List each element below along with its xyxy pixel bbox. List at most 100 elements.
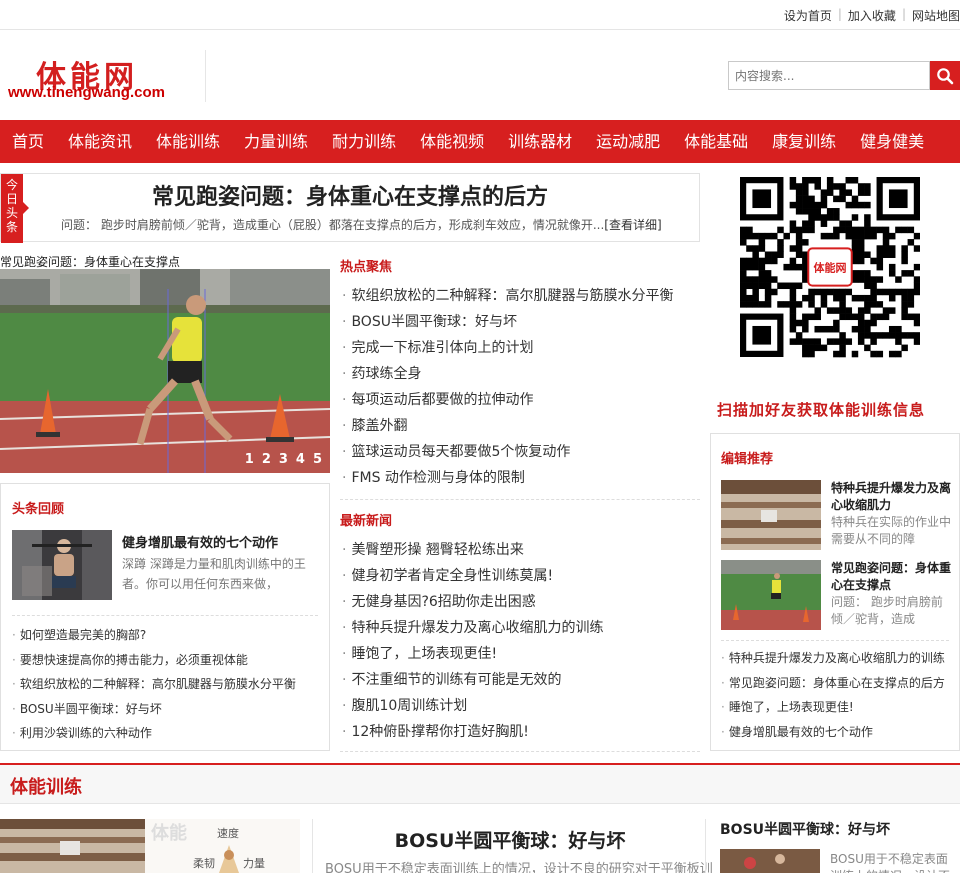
nav-item[interactable]: 体能视频 bbox=[408, 120, 496, 163]
section-right-image[interactable] bbox=[720, 849, 820, 873]
latest-divider bbox=[340, 751, 700, 752]
slide-page-number[interactable]: 1 bbox=[245, 452, 254, 467]
site-header: 体能网 www.tinengwang.com bbox=[0, 30, 960, 120]
separator: | bbox=[901, 7, 906, 21]
review-title: 头条回顾 bbox=[12, 502, 65, 517]
section-diagram-word: 柔韧 bbox=[193, 857, 215, 870]
latest-list-item[interactable]: 12种俯卧撑帮你打造好胸肌! bbox=[340, 719, 700, 745]
hot-list-item[interactable]: 完成一下标准引体向上的计划 bbox=[340, 335, 700, 361]
search-icon bbox=[937, 67, 954, 84]
latest-list-item[interactable]: 健身初学者肯定全身性训练莫属! bbox=[340, 563, 700, 589]
headline-desc: 问题： 跑步时肩膀前倾／驼背，造成重心（屁股）都落在支撑点的后方，形成刹车效应，… bbox=[61, 216, 662, 233]
nav-item[interactable]: 耐力训练 bbox=[320, 120, 408, 163]
slide-pager: 12345 bbox=[245, 452, 322, 467]
latest-section: 最新新闻 美臀塑形操 翘臀轻松练出来健身初学者肯定全身性训练莫属!无健身基因?6… bbox=[340, 510, 700, 752]
nav-item[interactable]: 首页 bbox=[0, 120, 56, 163]
hot-section: 热点聚焦 软组织放松的二种解释：高尔肌腱器与筋膜水分平衡BOSU半圆平衡球：好与… bbox=[340, 256, 700, 500]
editor-card-desc: 问题： 跑步时肩膀前倾／驼背，造成 bbox=[831, 595, 943, 626]
slide-image bbox=[0, 269, 330, 473]
headline-desc-text: 问题： 跑步时肩膀前倾／驼背，造成重心（屁股）都落在支撑点的后方，形成刹车效应，… bbox=[61, 218, 605, 232]
latest-list-item[interactable]: 睡饱了，上场表现更佳! bbox=[340, 641, 700, 667]
section-header: 体能训练 bbox=[0, 763, 960, 804]
review-thumbnail[interactable] bbox=[12, 530, 112, 600]
latest-list-item[interactable]: 腹肌10周训练计划 bbox=[340, 693, 700, 719]
review-list-item[interactable]: BOSU半圆平衡球：好与坏 bbox=[12, 697, 296, 722]
headline-title[interactable]: 常见跑姿问题：身体重心在支撑点的后方 bbox=[1, 179, 699, 211]
review-list: 如何塑造最完美的胸部?要想快速提高你的搏击能力，必须重视体能软组织放松的二种解释… bbox=[12, 623, 296, 746]
editor-divider bbox=[721, 640, 949, 641]
editor-list: 特种兵提升爆发力及离心收缩肌力的训练常见跑姿问题：身体重心在支撑点的后方睡饱了，… bbox=[721, 646, 945, 744]
hot-list-item[interactable]: 篮球运动员每天都要做5个恢复动作 bbox=[340, 439, 700, 465]
search-button[interactable] bbox=[930, 61, 960, 90]
set-homepage-link[interactable]: 设为首页 bbox=[784, 7, 832, 24]
review-list-item[interactable]: 如何塑造最完美的胸部? bbox=[12, 623, 296, 648]
section-image[interactable] bbox=[0, 819, 145, 873]
main-nav: 首页 体能资讯 体能训练 力量训练 耐力训练 体能视频 训练器材 运动减肥 体能基础 康复训练 健身… bbox=[0, 120, 960, 163]
slide-page-number[interactable]: 4 bbox=[296, 452, 305, 467]
editor-card[interactable]: 常见跑姿问题：身体重心在支撑点 问题： 跑步时肩膀前倾／驼背，造成 bbox=[721, 560, 957, 630]
nav-item[interactable]: 体能资讯 bbox=[56, 120, 144, 163]
nav-item[interactable]: 力量训练 bbox=[232, 120, 320, 163]
editor-card-desc: 特种兵在实际的作业中需要从不同的障 bbox=[831, 515, 952, 546]
latest-list-item[interactable]: 特种兵提升爆发力及离心收缩肌力的训练 bbox=[340, 615, 700, 641]
separator: | bbox=[837, 7, 842, 21]
logo-url: www.tinengwang.com bbox=[8, 84, 165, 101]
add-favorite-link[interactable]: 加入收藏 bbox=[848, 7, 896, 24]
editor-title: 编辑推荐 bbox=[721, 452, 774, 467]
review-list-item[interactable]: 软组织放松的二种解释：高尔肌腱器与筋膜水分平衡 bbox=[12, 672, 296, 697]
slide-page-number[interactable]: 2 bbox=[262, 452, 271, 467]
hot-list: 软组织放松的二种解释：高尔肌腱器与筋膜水分平衡BOSU半圆平衡球：好与坏完成一下… bbox=[340, 283, 700, 491]
section-main-title[interactable]: BOSU半圆平衡球：好与坏 bbox=[340, 826, 680, 853]
section-diagram-word: 体能 bbox=[151, 822, 187, 844]
review-list-item[interactable]: 利用沙袋训练的六种动作 bbox=[12, 721, 296, 746]
nav-item[interactable]: 体能训练 bbox=[144, 120, 232, 163]
slide-page-number[interactable]: 3 bbox=[279, 452, 288, 467]
hot-list-item[interactable]: 软组织放松的二种解释：高尔肌腱器与筋膜水分平衡 bbox=[340, 283, 700, 309]
hot-list-item[interactable]: 药球练全身 bbox=[340, 361, 700, 387]
hot-list-item[interactable]: 每项运动后都要做的拉伸动作 bbox=[340, 387, 700, 413]
section-divider bbox=[312, 819, 313, 873]
latest-list-item[interactable]: 不注重细节的训练有可能是无效的 bbox=[340, 667, 700, 693]
slideshow[interactable]: 12345 bbox=[0, 269, 330, 473]
nav-item[interactable]: 体能基础 bbox=[672, 120, 760, 163]
section-diagram-word: 速度 bbox=[217, 826, 239, 840]
search-input[interactable] bbox=[728, 61, 930, 90]
review-feature-title[interactable]: 健身增肌最有效的七个动作 bbox=[122, 532, 278, 551]
editor-card-title[interactable]: 常见跑姿问题：身体重心在支撑点 bbox=[831, 560, 957, 594]
editor-list-item[interactable]: 特种兵提升爆发力及离心收缩肌力的训练 bbox=[721, 646, 945, 671]
editor-list-item[interactable]: 睡饱了，上场表现更佳! bbox=[721, 695, 945, 720]
editor-list-item[interactable]: 常见跑姿问题：身体重心在支撑点的后方 bbox=[721, 671, 945, 696]
nav-item[interactable]: 康复训练 bbox=[760, 120, 848, 163]
search-bar bbox=[728, 61, 960, 90]
editor-card[interactable]: 特种兵提升爆发力及离心收缩肌力 特种兵在实际的作业中需要从不同的障 bbox=[721, 480, 957, 550]
slide-page-number[interactable]: 5 bbox=[313, 452, 322, 467]
review-feature-desc: 深蹲 深蹲是力量和肌肉训练中的王者。你可以用任何东西来做， bbox=[122, 557, 306, 591]
review-divider bbox=[12, 615, 318, 616]
hot-list-item[interactable]: FMS 动作检测与身体的限制 bbox=[340, 465, 700, 491]
site-logo[interactable]: 体能网 www.tinengwang.com bbox=[6, 52, 196, 108]
slide-caption[interactable]: 常见跑姿问题：身体重心在支撑点 bbox=[0, 253, 180, 270]
headline-more-link[interactable]: [查看详细] bbox=[604, 218, 661, 232]
latest-list-item[interactable]: 美臀塑形操 翘臀轻松练出来 bbox=[340, 537, 700, 563]
header-divider bbox=[205, 50, 206, 102]
latest-list-item[interactable]: 无健身基因?6招助你走出困惑 bbox=[340, 589, 700, 615]
nav-item[interactable]: 运动减肥 bbox=[584, 120, 672, 163]
qr-code: 体能网 bbox=[740, 177, 920, 358]
section-right-title[interactable]: BOSU半圆平衡球：好与坏 bbox=[720, 819, 890, 839]
latest-title: 最新新闻 bbox=[340, 514, 393, 529]
editor-card-image bbox=[721, 560, 821, 630]
hot-list-item[interactable]: BOSU半圆平衡球：好与坏 bbox=[340, 309, 700, 335]
section-diagram-image[interactable]: 体能 速度 柔韧 力量 bbox=[145, 819, 300, 873]
hot-list-item[interactable]: 膝盖外翻 bbox=[340, 413, 700, 439]
hot-divider bbox=[340, 499, 700, 500]
review-list-item[interactable]: 要想快速提高你的搏击能力，必须重视体能 bbox=[12, 648, 296, 673]
qr-caption: 扫描加好友获取体能训练信息 bbox=[717, 401, 926, 419]
editor-list-item[interactable]: 健身增肌最有效的七个动作 bbox=[721, 720, 945, 745]
editor-card-title[interactable]: 特种兵提升爆发力及离心收缩肌力 bbox=[831, 480, 957, 514]
nav-item[interactable]: 训练器材 bbox=[496, 120, 584, 163]
qr-badge-text: 体能网 bbox=[814, 260, 847, 274]
section-main-desc: BOSU用于不稳定表面训练上的情况，设计不良的研究对于平衡板训 bbox=[325, 862, 713, 873]
nav-item[interactable]: 健身健美 bbox=[848, 120, 936, 163]
section-title[interactable]: 体能训练 bbox=[10, 773, 82, 799]
sitemap-link[interactable]: 网站地图 bbox=[912, 7, 960, 24]
